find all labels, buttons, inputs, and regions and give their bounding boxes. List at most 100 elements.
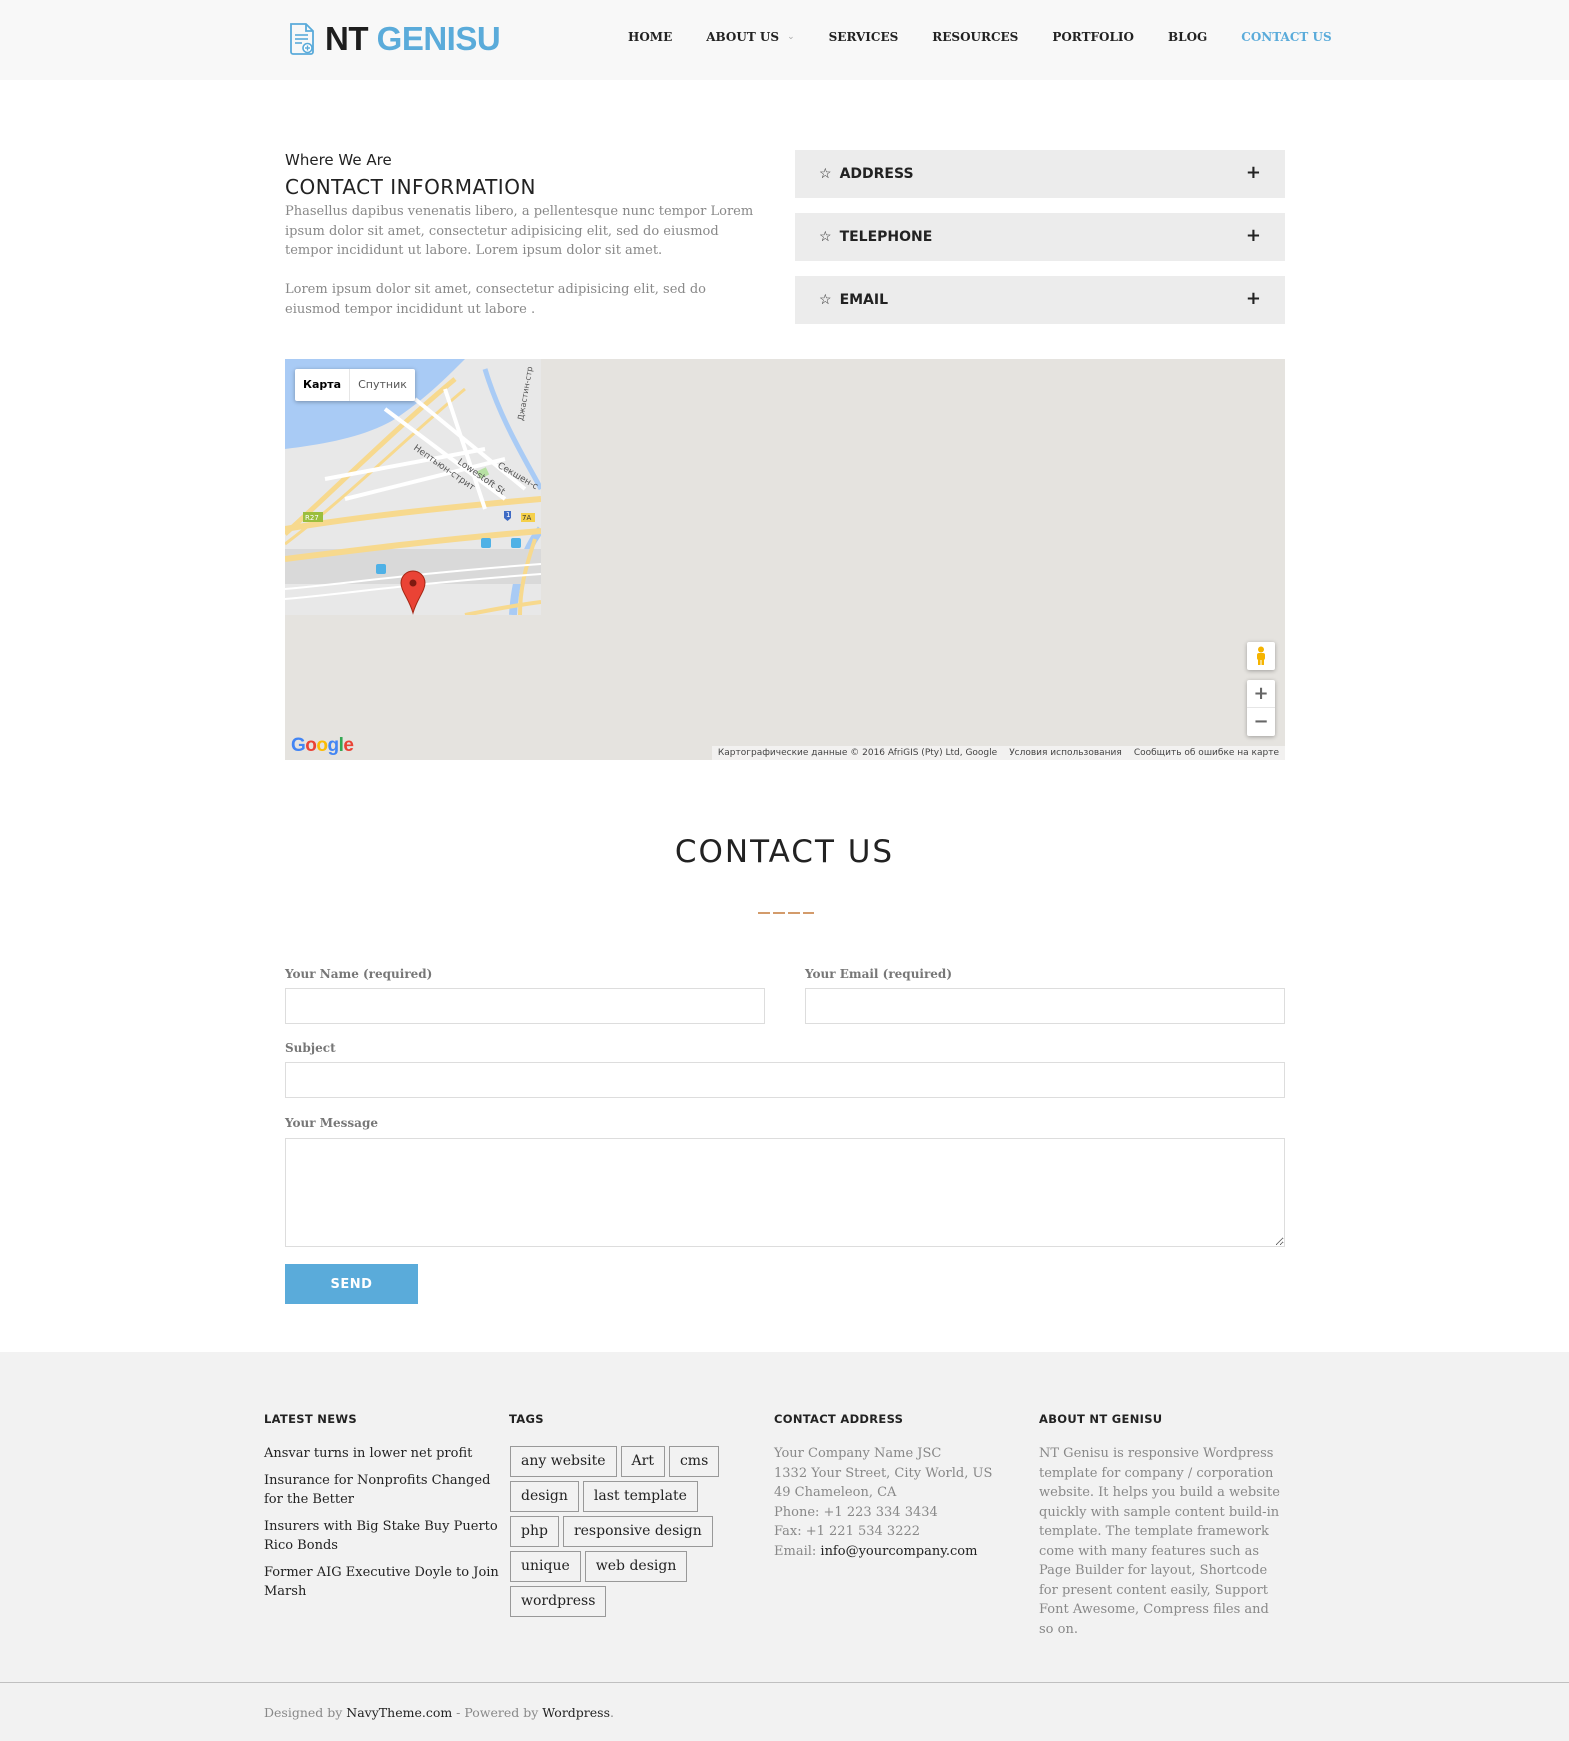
accordion-label: EMAIL [839,292,889,308]
site-header: NT GENISU HOME ABOUT US ⌄ SERVICES RESOUR… [0,0,1569,80]
tag-link[interactable]: design [510,1481,579,1512]
google-logo-letter: o [316,735,328,756]
nav-home[interactable]: HOME [628,30,672,44]
address-email-line: Email: info@yourcompany.com [774,1542,1014,1562]
map-type-control: Карта Спутник [295,369,415,401]
about-text: NT Genisu is responsive Wordpress templa… [1039,1446,1280,1637]
tag-link[interactable]: last template [582,1481,698,1512]
nav-services[interactable]: SERVICES [829,30,899,44]
logo-text: NT GENISU [325,20,501,58]
map-type-map-button[interactable]: Карта [295,369,351,401]
news-link[interactable]: Ansvar turns in lower net profit [264,1444,499,1464]
credits-text: . [610,1705,614,1720]
news-link[interactable]: Insurance for Nonprofits Changed for the… [264,1471,499,1510]
map-route-label: R27 [305,514,319,522]
tag-link[interactable]: web design [584,1551,688,1582]
send-button[interactable]: SEND [285,1264,418,1304]
navytheme-link[interactable]: NavyTheme.com [346,1705,452,1720]
google-logo-letter: o [305,735,317,756]
news-link[interactable]: Insurers with Big Stake Buy Puerto Rico … [264,1517,499,1556]
message-label: Your Message [285,1116,378,1130]
map-route-label: 7A [522,514,531,522]
tag-link[interactable]: Art [620,1446,665,1477]
zoom-out-button[interactable]: − [1247,708,1275,736]
tags-title: TAGS [509,1412,544,1426]
main-nav: HOME ABOUT US ⌄ SERVICES RESOURCES PORTFO… [628,27,1332,47]
street-view-pegman-icon[interactable] [1247,642,1275,670]
google-logo[interactable]: Google [291,735,354,757]
nav-resources[interactable]: RESOURCES [932,30,1018,44]
contact-info-title: CONTACT INFORMATION [285,175,536,199]
plus-icon: + [1245,288,1261,309]
map-terms-link[interactable]: Условия использования [1003,748,1128,758]
email-prefix: Email: [774,1543,821,1559]
address-line: 1332 Your Street, City World, US [774,1465,993,1481]
contact-info-paragraph: Lorem ipsum dolor sit amet, consectetur … [285,282,706,317]
tag-cloud: any website Art cms design last template… [510,1446,750,1621]
site-footer: LATEST NEWS Ansvar turns in lower net pr… [0,1352,1569,1741]
tag-link[interactable]: responsive design [562,1516,713,1547]
nav-blog[interactable]: BLOG [1168,30,1207,44]
tag-link[interactable]: any website [510,1446,617,1477]
latest-news-list: Ansvar turns in lower net profit Insuran… [264,1444,499,1609]
address-line: Fax: +1 221 534 3222 [774,1524,921,1539]
accordion-address[interactable]: ☆ ADDRESS + [795,150,1285,198]
credits-text: Designed by [264,1705,347,1720]
address-line: 49 Chameleon, CA [774,1485,897,1500]
map-route-label: 1 [506,511,510,519]
address-line: Your Company Name JSC [774,1446,942,1461]
credits-text: - Powered by [452,1705,543,1720]
nav-portfolio[interactable]: PORTFOLIO [1052,30,1134,44]
name-label: Your Name (required) [285,967,433,981]
plus-icon: + [1245,162,1261,183]
message-textarea[interactable] [285,1138,1285,1247]
accordion-label: TELEPHONE [839,229,933,245]
tag-link[interactable]: cms [668,1446,720,1477]
google-logo-letter: G [291,735,306,756]
tag-link[interactable]: php [510,1516,559,1547]
about-title: ABOUT NT GENISU [1039,1412,1163,1426]
contact-address: Your Company Name JSC 1332 Your Street, … [774,1444,1014,1561]
contact-info-paragraph: Phasellus dapibus venenatis libero, a pe… [285,204,754,258]
contact-info-subtitle: Where We Are [285,151,392,169]
subject-field[interactable] [285,1062,1285,1098]
map-attribution-bar: Картографические данные © 2016 AfriGIS (… [711,746,1285,760]
map-attribution: Картографические данные © 2016 AfriGIS (… [717,748,998,758]
google-map[interactable]: R27 1 7A Нептьюн-стрит Lowestoft St Секш… [285,359,1285,760]
star-icon: ☆ [819,166,832,182]
zoom-control: + − [1247,680,1275,736]
nav-contact-us[interactable]: CONTACT US [1241,30,1331,44]
logo-text-part1: NT [325,20,369,57]
nav-about-us[interactable]: ABOUT US ⌄ [706,30,794,44]
chevron-down-icon: ⌄ [787,32,795,42]
accordion-email[interactable]: ☆ EMAIL + [795,276,1285,324]
tag-link[interactable]: wordpress [510,1586,607,1617]
zoom-in-button[interactable]: + [1247,680,1275,708]
latest-news-title: LATEST NEWS [264,1412,357,1426]
footer-divider [0,1682,1569,1683]
email-label: Your Email (required) [805,967,952,981]
map-type-satellite-button[interactable]: Спутник [350,369,415,401]
name-field[interactable] [285,988,765,1024]
heading-separator [758,912,814,914]
email-field[interactable] [805,988,1285,1024]
pegman-icon [1257,646,1265,665]
logo-text-part2: GENISU [376,20,501,57]
star-icon: ☆ [819,292,832,308]
contact-address-title: CONTACT ADDRESS [774,1412,904,1426]
footer-credits: Designed by NavyTheme.com - Powered by W… [264,1705,614,1720]
site-logo[interactable]: NT GENISU [289,20,501,58]
map-report-link[interactable]: Сообщить об ошибке на карте [1128,748,1285,758]
accordion-label: ADDRESS [839,166,914,182]
email-link[interactable]: info@yourcompany.com [820,1544,977,1559]
address-line: Phone: +1 223 334 3434 [774,1504,938,1520]
star-icon: ☆ [819,229,832,245]
accordion-telephone[interactable]: ☆ TELEPHONE + [795,213,1285,261]
google-logo-letter: g [327,735,340,756]
google-logo-letter: e [343,735,354,756]
plus-icon: + [1245,225,1261,246]
wordpress-link[interactable]: Wordpress [542,1705,610,1720]
news-link[interactable]: Former AIG Executive Doyle to Join Marsh [264,1563,499,1602]
tag-link[interactable]: unique [510,1551,581,1582]
contact-us-heading: CONTACT US [674,834,895,870]
